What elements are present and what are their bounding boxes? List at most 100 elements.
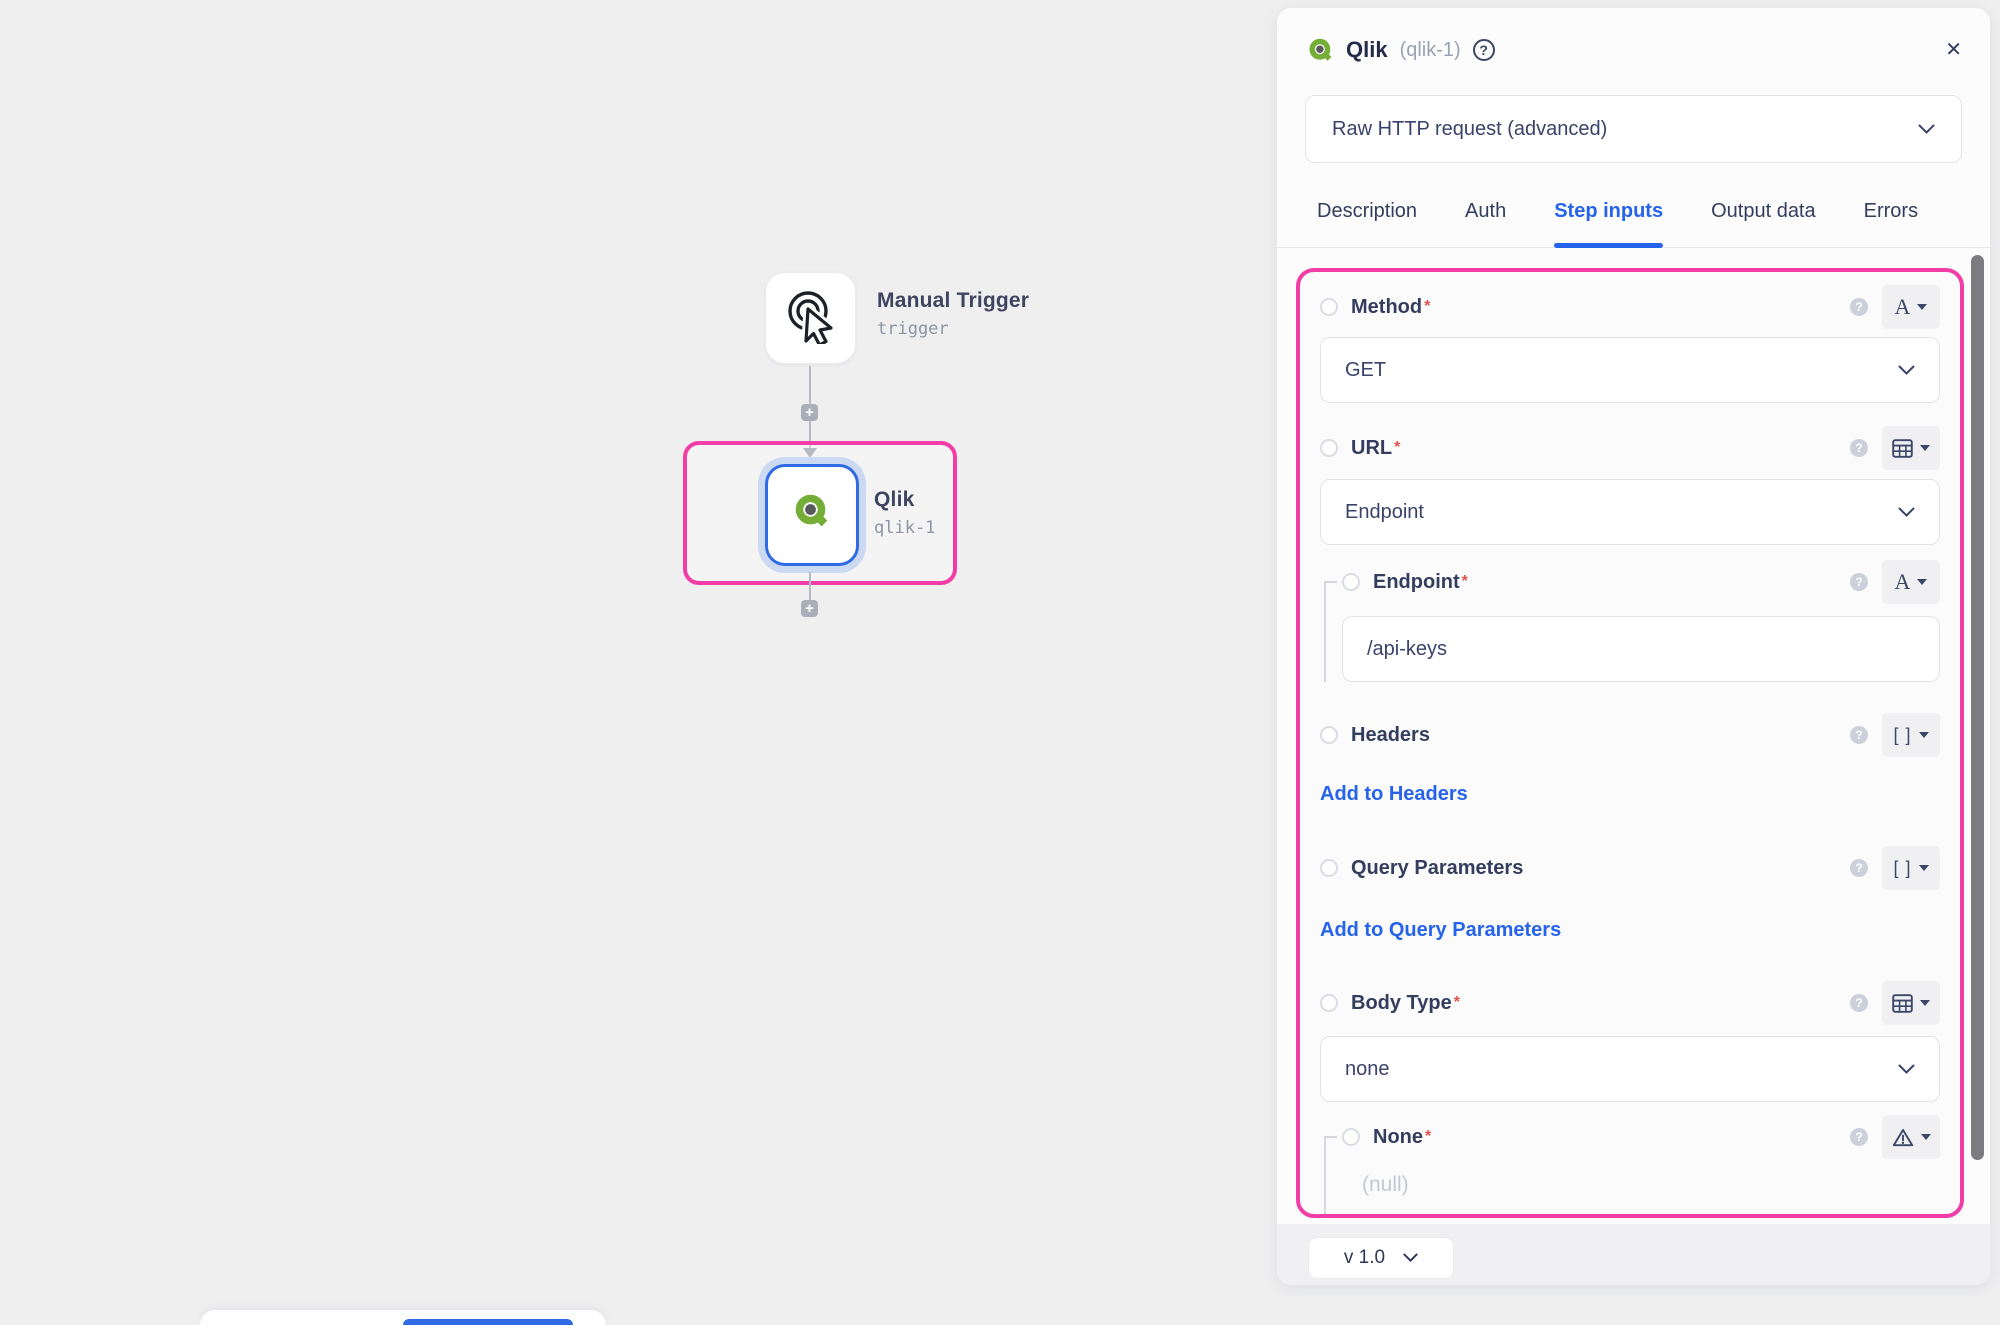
required-asterisk: * — [1454, 994, 1460, 1012]
array-type-icon: [ ] — [1893, 858, 1911, 879]
trigger-node-labels: Manual Trigger trigger — [877, 289, 1029, 339]
array-type-icon: [ ] — [1893, 725, 1911, 746]
field-none-label-row: None* ? — [1300, 1115, 1960, 1159]
help-icon[interactable]: ? — [1850, 859, 1868, 877]
trigger-node-title: Manual Trigger — [877, 289, 1029, 313]
add-to-headers-link[interactable]: Add to Headers — [1300, 781, 1960, 807]
field-toggle-circle-icon[interactable] — [1320, 994, 1338, 1012]
tab-output-data[interactable]: Output data — [1711, 176, 1816, 247]
body-type-select[interactable]: none — [1320, 1036, 1940, 1102]
field-toggle-circle-icon[interactable] — [1342, 1128, 1360, 1146]
add-step-button-bottom[interactable]: + — [801, 600, 818, 617]
close-icon[interactable]: ✕ — [1945, 40, 1962, 60]
caret-down-icon — [1919, 732, 1929, 738]
panel-tabs: Description Auth Step inputs Output data… — [1277, 176, 1990, 248]
required-asterisk: * — [1424, 298, 1430, 316]
help-icon[interactable]: ? — [1473, 39, 1495, 61]
field-url-label-row: URL* ? — [1300, 426, 1960, 470]
tab-auth[interactable]: Auth — [1465, 176, 1506, 247]
panel-footer: v 1.0 — [1277, 1224, 1990, 1285]
field-url-label: URL — [1351, 437, 1392, 460]
type-selector-text[interactable]: A — [1882, 560, 1940, 604]
type-selector-array[interactable]: [ ] — [1882, 846, 1940, 890]
url-select-value: Endpoint — [1345, 501, 1424, 524]
version-label: v 1.0 — [1344, 1247, 1385, 1269]
tab-description[interactable]: Description — [1317, 176, 1417, 247]
field-toggle-circle-icon[interactable] — [1342, 573, 1360, 591]
type-selector-table[interactable] — [1882, 981, 1940, 1025]
url-select[interactable]: Endpoint — [1320, 479, 1940, 545]
trigger-node[interactable] — [765, 272, 856, 364]
help-icon[interactable]: ? — [1850, 1128, 1868, 1146]
plus-icon: + — [805, 601, 814, 616]
none-placeholder-value: (null) — [1362, 1173, 1960, 1201]
field-headers-label-row: Headers ? [ ] — [1300, 713, 1960, 757]
qlik-node-labels: Qlik qlik-1 — [874, 488, 935, 538]
caret-down-icon — [1921, 1134, 1931, 1140]
help-icon[interactable]: ? — [1850, 298, 1868, 316]
bottom-primary-button-partial[interactable] — [403, 1319, 573, 1325]
caret-down-icon — [1919, 865, 1929, 871]
qlik-node[interactable] — [765, 464, 859, 566]
required-asterisk: * — [1394, 439, 1400, 457]
qlik-logo-icon — [791, 492, 833, 539]
scrollbar-thumb[interactable] — [1971, 255, 1984, 1160]
field-toggle-circle-icon[interactable] — [1320, 439, 1338, 457]
help-icon[interactable]: ? — [1850, 994, 1868, 1012]
field-toggle-circle-icon[interactable] — [1320, 859, 1338, 877]
method-select-value: GET — [1345, 359, 1386, 382]
chevron-down-icon — [1403, 1253, 1418, 1263]
tab-errors[interactable]: Errors — [1864, 176, 1918, 247]
caret-down-icon — [1917, 304, 1927, 310]
action-select[interactable]: Raw HTTP request (advanced) — [1305, 95, 1962, 163]
chevron-down-icon — [1898, 365, 1915, 376]
panel-header: Qlik (qlik-1) ? ✕ — [1307, 28, 1962, 72]
tree-connector — [1324, 581, 1337, 583]
field-query-params-label-row: Query Parameters ? [ ] — [1300, 846, 1960, 890]
text-type-icon: A — [1895, 569, 1911, 595]
type-selector-array[interactable]: [ ] — [1882, 713, 1940, 757]
chevron-down-icon — [1898, 507, 1915, 518]
help-icon[interactable]: ? — [1850, 726, 1868, 744]
field-endpoint-group: Endpoint* ? A /api-keys — [1300, 560, 1960, 682]
method-select[interactable]: GET — [1320, 337, 1940, 403]
field-toggle-circle-icon[interactable] — [1320, 726, 1338, 744]
type-selector-table[interactable] — [1882, 426, 1940, 470]
bottom-toolbar-partial — [200, 1310, 606, 1325]
manual-trigger-icon — [783, 288, 839, 349]
field-toggle-circle-icon[interactable] — [1320, 298, 1338, 316]
qlik-node-subtitle: qlik-1 — [874, 518, 935, 538]
tab-step-inputs[interactable]: Step inputs — [1554, 176, 1663, 247]
caret-down-icon — [1920, 1000, 1930, 1006]
field-body-type-label: Body Type — [1351, 992, 1452, 1015]
version-select[interactable]: v 1.0 — [1308, 1237, 1454, 1279]
help-icon[interactable]: ? — [1850, 573, 1868, 591]
endpoint-input[interactable]: /api-keys — [1342, 616, 1940, 682]
tree-connector — [1324, 1136, 1337, 1138]
add-step-button-top[interactable]: + — [801, 404, 818, 421]
step-config-panel: Qlik (qlik-1) ? ✕ Raw HTTP request (adva… — [1277, 8, 1990, 1285]
caret-down-icon — [1917, 579, 1927, 585]
field-method-label: Method — [1351, 296, 1422, 319]
field-method-label-row: Method* ? A — [1300, 285, 1960, 329]
tree-connector — [1324, 582, 1326, 682]
action-select-value: Raw HTTP request (advanced) — [1332, 118, 1607, 141]
field-endpoint-label: Endpoint — [1373, 571, 1460, 594]
type-selector-warning[interactable] — [1882, 1115, 1940, 1159]
add-to-query-params-link[interactable]: Add to Query Parameters — [1300, 917, 1960, 943]
connector-line — [809, 366, 811, 404]
qlik-logo-small-icon — [1307, 37, 1334, 64]
field-endpoint-label-row: Endpoint* ? A — [1300, 560, 1960, 604]
trigger-node-subtitle: trigger — [877, 319, 1029, 339]
field-none-label: None — [1373, 1126, 1423, 1149]
help-icon[interactable]: ? — [1850, 439, 1868, 457]
plus-icon: + — [805, 405, 814, 420]
text-type-icon: A — [1895, 294, 1911, 320]
field-none-group: None* ? (null) — [1300, 1115, 1960, 1201]
field-headers-label: Headers — [1351, 724, 1430, 747]
field-body-type-label-row: Body Type* ? — [1300, 981, 1960, 1025]
caret-down-icon — [1920, 445, 1930, 451]
warning-type-icon — [1892, 1128, 1914, 1147]
type-selector-text[interactable]: A — [1882, 285, 1940, 329]
chevron-down-icon — [1898, 1064, 1915, 1075]
